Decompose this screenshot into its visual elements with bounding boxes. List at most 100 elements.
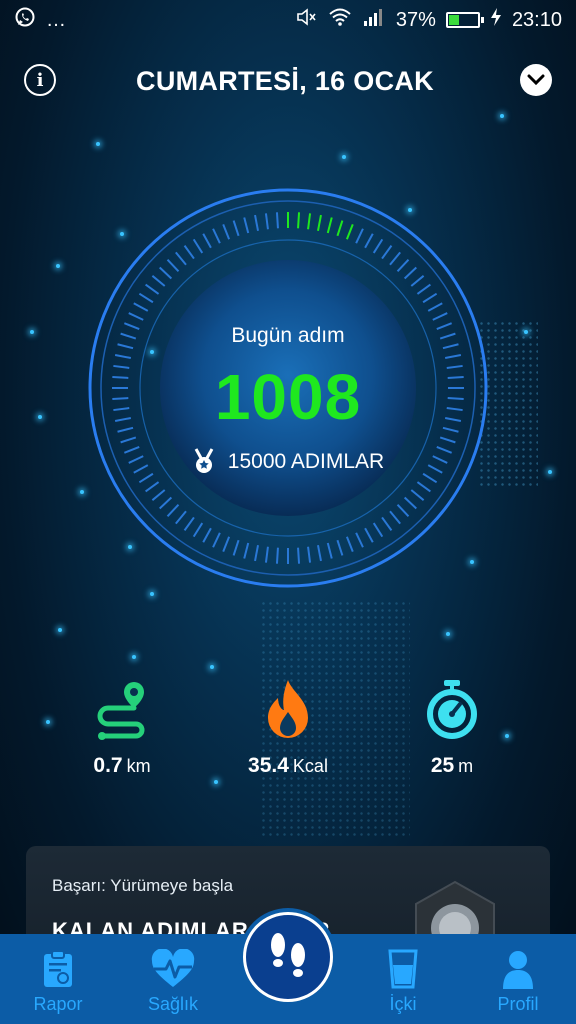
- gauge-tick: [166, 259, 180, 273]
- gauge-tick: [396, 503, 410, 517]
- gauge-tick: [410, 489, 425, 501]
- tab-profil[interactable]: Profil: [463, 934, 573, 1024]
- gauge-tick: [145, 283, 160, 295]
- gauge-tick: [427, 302, 443, 312]
- gauge-tick: [254, 214, 260, 232]
- gauge-tick: [264, 546, 269, 563]
- gauge-tick: [159, 266, 173, 280]
- gauge-tick: [389, 510, 401, 525]
- gauge-tick: [416, 481, 431, 493]
- gauge-tick: [403, 266, 417, 280]
- gauge-tick: [336, 539, 344, 556]
- gauge-tick-progress: [297, 212, 301, 229]
- header: i CUMARTESİ, 16 OCAK: [0, 56, 576, 106]
- gauge-tick: [192, 522, 204, 538]
- gauge-tick: [202, 233, 212, 249]
- gauge-tick: [222, 223, 231, 240]
- gauge-tick: [159, 496, 173, 510]
- gauge-tick: [410, 275, 425, 287]
- gauge-tick: [243, 217, 250, 234]
- distance-unit: km: [126, 756, 151, 776]
- gauge-tick: [145, 481, 160, 493]
- steps-count: 1008: [214, 361, 362, 433]
- clipboard-icon: [41, 946, 75, 992]
- gauge-tick: [175, 510, 187, 525]
- gauge-tick: [222, 536, 231, 553]
- gauge-tick: [297, 547, 301, 564]
- heartbeat-icon: [150, 946, 196, 992]
- calories-stat: 35.4 Kcal: [208, 676, 368, 778]
- gauge-tick: [254, 544, 260, 562]
- gauge-tick-progress: [336, 220, 344, 237]
- tab-label: İçki: [389, 994, 417, 1014]
- clock: 23:10: [511, 8, 562, 31]
- route-icon: [42, 676, 202, 740]
- gauge-tick: [381, 245, 393, 260]
- gauge-tick: [151, 489, 166, 501]
- calories-value: 35.4: [248, 754, 289, 777]
- gauge-tick: [432, 312, 448, 321]
- gauge-tick: [183, 245, 195, 260]
- whatsapp-icon: [14, 6, 36, 34]
- gauge-tick: [307, 546, 312, 563]
- gauge-tick-progress: [345, 223, 354, 240]
- gauge-tick: [372, 522, 384, 538]
- gauge-tick: [133, 302, 149, 312]
- calories-unit: Kcal: [292, 756, 328, 776]
- battery-icon: [445, 12, 484, 28]
- gauge-tick: [264, 213, 269, 230]
- stopwatch-icon: [372, 676, 532, 740]
- gauge-tick: [166, 503, 180, 517]
- person-icon: [501, 946, 535, 992]
- gauge-tick: [403, 496, 417, 510]
- gauge-tick-progress: [316, 214, 322, 232]
- gauge-tick: [232, 539, 240, 556]
- gauge-tick: [389, 251, 401, 266]
- footsteps-icon: [271, 933, 305, 977]
- duration-value: 25: [430, 754, 455, 777]
- gauge-tick: [183, 516, 195, 531]
- glass-icon: [388, 946, 418, 992]
- battery-percent: 37%: [395, 8, 436, 31]
- tab-label: Sağlık: [147, 994, 199, 1014]
- gauge-tick: [416, 283, 431, 295]
- date-title[interactable]: CUMARTESİ, 16 OCAK: [0, 66, 576, 97]
- flame-icon: [208, 676, 368, 740]
- achievement-label: Başarı: Yürümeye başla: [52, 876, 234, 895]
- date-dropdown-button[interactable]: [520, 64, 552, 96]
- gauge-tick: [192, 238, 204, 254]
- distance-value: 0.7: [93, 754, 123, 777]
- gauge-tick: [444, 354, 462, 360]
- gauge-tick-progress: [326, 217, 333, 234]
- charging-icon: [490, 7, 502, 33]
- gauge-tick: [364, 233, 374, 249]
- gauge-tick: [243, 542, 250, 559]
- gauge-tick: [232, 220, 240, 237]
- tab-label: Rapor: [33, 994, 83, 1014]
- medal-icon: [194, 448, 214, 473]
- gauge-tick: [316, 544, 322, 562]
- gauge-tick: [381, 516, 393, 531]
- gauge-tick: [345, 536, 354, 553]
- tab-icki[interactable]: İçki: [348, 934, 458, 1024]
- gauge-tick: [326, 542, 333, 559]
- gauge-tick: [372, 238, 384, 254]
- tab-steps-center-button[interactable]: [243, 912, 333, 1002]
- gauge-tick: [120, 436, 137, 444]
- battery-fill: [448, 15, 459, 25]
- gauge-tick: [212, 532, 221, 548]
- more-notifications: …: [46, 8, 66, 31]
- tab-saglik[interactable]: Sağlık: [118, 934, 228, 1024]
- step-goal[interactable]: 15000 ADIMLAR: [0, 448, 576, 476]
- gauge-tick: [439, 436, 456, 444]
- chevron-down-icon: [527, 74, 545, 86]
- gauge-tick: [114, 354, 132, 360]
- gauge-tick: [212, 228, 221, 244]
- signal-icon: [362, 7, 386, 33]
- wifi-icon: [328, 7, 352, 33]
- mute-icon: [296, 7, 318, 33]
- gauge-tick: [364, 527, 374, 543]
- gauge-tick: [396, 259, 410, 273]
- tab-rapor[interactable]: Rapor: [3, 934, 113, 1024]
- gauge-tick: [128, 312, 144, 321]
